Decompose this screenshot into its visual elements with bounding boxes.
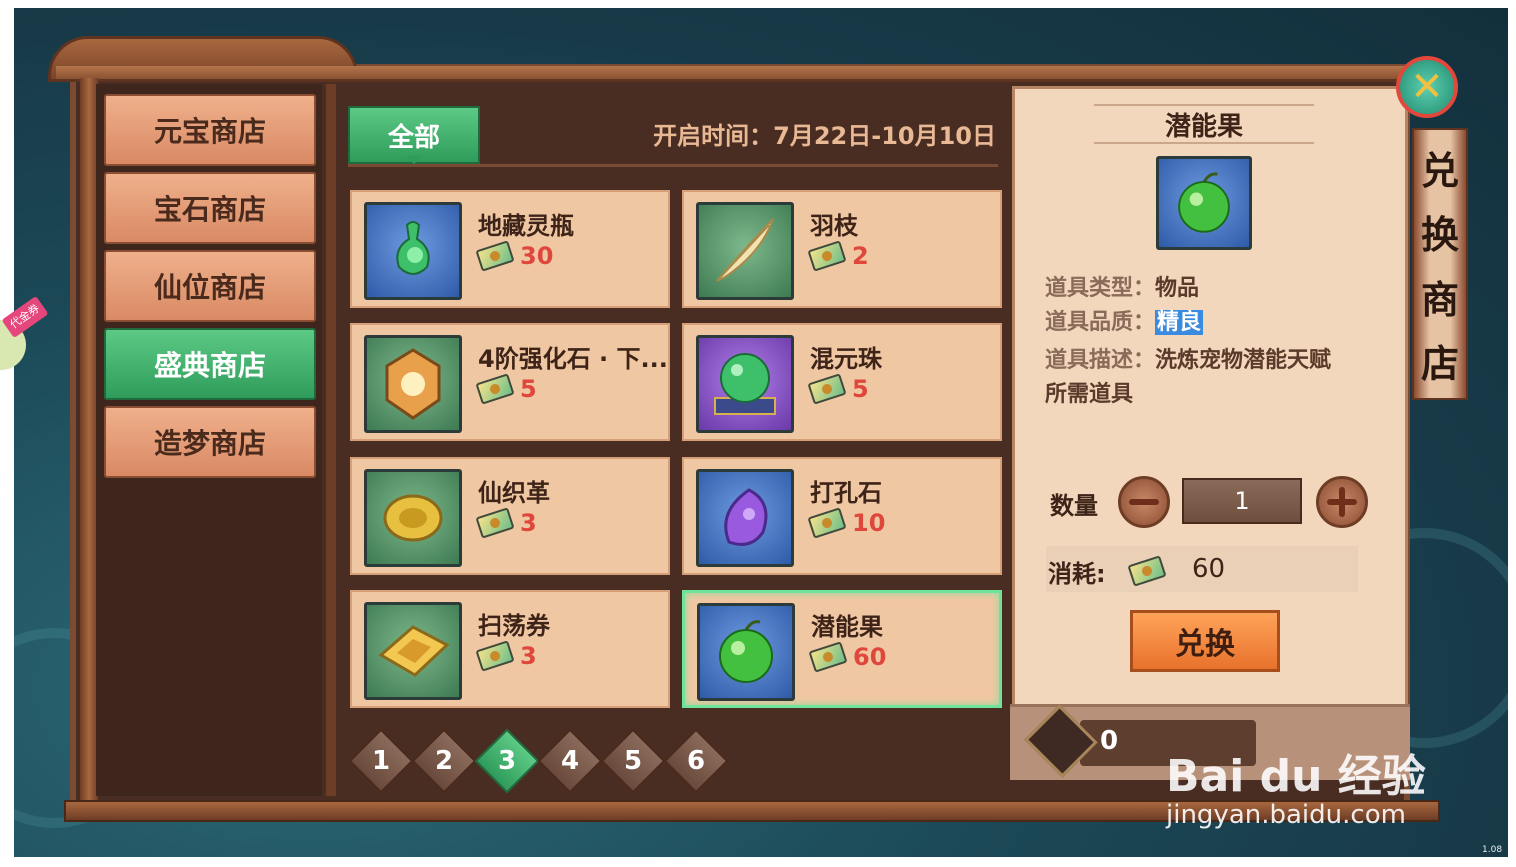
green-fruit-icon bbox=[697, 603, 795, 701]
jade-vase-icon bbox=[364, 202, 462, 300]
item-quality-value: 精良 bbox=[1155, 310, 1204, 335]
voucher-side-badge[interactable]: 代金券 bbox=[0, 295, 56, 380]
close-button[interactable]: ✕ bbox=[1396, 56, 1458, 118]
price-row: 3 bbox=[475, 640, 537, 672]
shop-item[interactable]: 羽枝 2 bbox=[682, 190, 1002, 308]
ticket-icon bbox=[807, 507, 847, 539]
amber-stone-icon bbox=[364, 335, 462, 433]
filter-all-button[interactable]: 全部 bbox=[348, 106, 480, 164]
shop-item[interactable]: 仙织革 3 bbox=[350, 457, 670, 575]
banner-char: 兑 bbox=[1420, 147, 1459, 193]
shop-item[interactable]: 混元珠 5 bbox=[682, 323, 1002, 441]
item-price: 10 bbox=[852, 509, 886, 537]
page-number: 6 bbox=[686, 746, 706, 776]
item-price: 30 bbox=[520, 242, 554, 270]
item-type-line: 道具类型：物品 bbox=[1045, 270, 1199, 302]
tab-dream-shop[interactable]: 造梦商店 bbox=[104, 406, 316, 478]
item-quality-line: 道具品质：精良 bbox=[1045, 304, 1204, 336]
page-number: 5 bbox=[623, 746, 643, 776]
price-row: 10 bbox=[807, 507, 886, 539]
green-fruit-icon bbox=[1156, 156, 1252, 250]
baidu-watermark-url: jingyan.baidu.com bbox=[1166, 800, 1406, 830]
shop-item-selected[interactable]: 潜能果 60 bbox=[682, 590, 1002, 708]
cost-label: 消耗: bbox=[1048, 560, 1106, 588]
shop-item[interactable]: 4阶强化石 · 下... 5 bbox=[350, 323, 670, 441]
shop-tabs: 元宝商店 宝石商店 仙位商店 盛典商店 造梦商店 bbox=[96, 84, 322, 796]
cost-value: 60 bbox=[1192, 554, 1226, 584]
baidu-watermark-logo: Bai du 经验 bbox=[1166, 751, 1426, 802]
item-desc-line: 道具描述：洗炼宠物潜能天赋 bbox=[1045, 342, 1331, 374]
tab-xianwei-shop[interactable]: 仙位商店 bbox=[104, 250, 316, 322]
item-desc-value-2: 所需道具 bbox=[1045, 382, 1134, 407]
item-price: 60 bbox=[853, 643, 887, 671]
header-divider bbox=[348, 164, 998, 167]
purple-stone-icon bbox=[696, 469, 794, 567]
item-name: 混元珠 bbox=[810, 345, 882, 373]
shop-item[interactable]: 地藏灵瓶 30 bbox=[350, 190, 670, 308]
version-label: 1.08 bbox=[1482, 845, 1503, 855]
page-number: 3 bbox=[497, 746, 517, 776]
exchange-shop-banner: 兑 换 商 店 bbox=[1412, 128, 1468, 400]
item-name: 潜能果 bbox=[811, 613, 883, 641]
shop-item[interactable]: 打孔石 10 bbox=[682, 457, 1002, 575]
shop-item[interactable]: 扫荡券 3 bbox=[350, 590, 670, 708]
page-number: 1 bbox=[371, 746, 391, 776]
item-price: 5 bbox=[852, 375, 869, 403]
item-name: 地藏灵瓶 bbox=[478, 212, 574, 240]
ticket-icon bbox=[807, 240, 847, 272]
item-desc-line2: 所需道具 bbox=[1045, 376, 1133, 408]
open-time: 开启时间：7月22日-10月10日 bbox=[653, 122, 996, 150]
increase-quantity-button[interactable] bbox=[1316, 476, 1368, 528]
ticket-icon bbox=[808, 641, 848, 673]
item-desc-value: 洗炼宠物潜能天赋 bbox=[1155, 348, 1332, 373]
item-price: 2 bbox=[852, 242, 869, 270]
item-name: 羽枝 bbox=[810, 212, 858, 240]
feather-icon bbox=[696, 202, 794, 300]
page-number: 2 bbox=[434, 746, 454, 776]
price-row: 5 bbox=[475, 373, 537, 405]
ticket-icon bbox=[475, 640, 515, 672]
exchange-button[interactable]: 兑换 bbox=[1130, 610, 1280, 672]
item-name: 仙织革 bbox=[478, 479, 550, 507]
price-row: 2 bbox=[807, 240, 869, 272]
price-row: 60 bbox=[808, 641, 887, 673]
green-orb-icon bbox=[696, 335, 794, 433]
decrease-quantity-button[interactable] bbox=[1118, 476, 1170, 528]
golden-scroll-icon bbox=[364, 469, 462, 567]
ticket-icon bbox=[807, 373, 847, 405]
tab-yuanbao-shop[interactable]: 元宝商店 bbox=[104, 94, 316, 166]
item-name: 打孔石 bbox=[810, 479, 882, 507]
panel-divider bbox=[326, 84, 336, 796]
tab-gem-shop[interactable]: 宝石商店 bbox=[104, 172, 316, 244]
banner-char: 店 bbox=[1420, 341, 1459, 387]
item-type-value: 物品 bbox=[1155, 276, 1200, 301]
ticket-icon bbox=[475, 240, 515, 272]
item-desc-label: 道具描述： bbox=[1045, 348, 1156, 373]
item-name: 4阶强化石 · 下... bbox=[478, 345, 668, 373]
item-price: 5 bbox=[520, 375, 537, 403]
banner-char: 商 bbox=[1420, 276, 1459, 322]
page-number: 4 bbox=[560, 746, 580, 776]
raid-ticket-icon bbox=[364, 602, 462, 700]
item-quality-label: 道具品质： bbox=[1045, 310, 1156, 335]
item-price: 3 bbox=[520, 642, 537, 670]
roof-beam bbox=[56, 66, 1416, 82]
ticket-icon bbox=[475, 507, 515, 539]
tab-festival-shop[interactable]: 盛典商店 bbox=[104, 328, 316, 400]
price-row: 3 bbox=[475, 507, 537, 539]
price-row: 30 bbox=[475, 240, 554, 272]
item-name: 扫荡券 bbox=[478, 612, 550, 640]
ticket-icon bbox=[475, 373, 515, 405]
banner-char: 换 bbox=[1420, 212, 1459, 258]
balance-value: 0 bbox=[1100, 726, 1119, 756]
price-row: 5 bbox=[807, 373, 869, 405]
item-price: 3 bbox=[520, 509, 537, 537]
quantity-input[interactable]: 1 bbox=[1182, 478, 1302, 524]
detail-title: 潜能果 bbox=[1164, 112, 1243, 142]
item-type-label: 道具类型： bbox=[1045, 276, 1156, 301]
quantity-label: 数量 bbox=[1050, 492, 1098, 520]
